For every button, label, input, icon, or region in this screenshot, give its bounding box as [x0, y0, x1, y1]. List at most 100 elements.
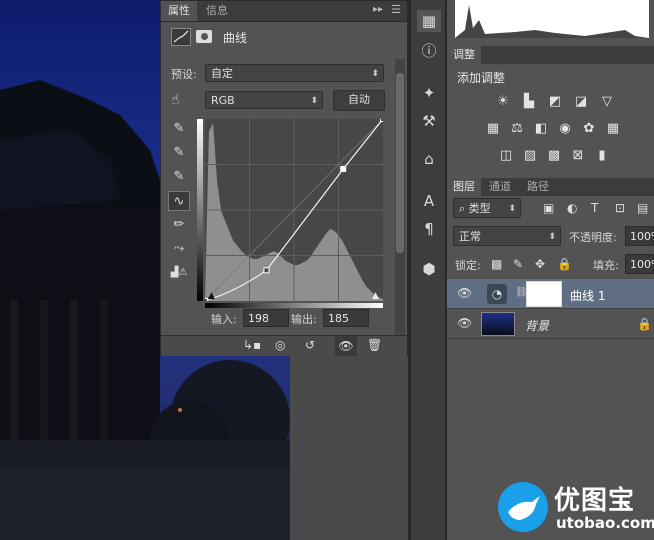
posterize-icon[interactable]: ▨	[521, 149, 539, 163]
lock-label: 锁定:	[455, 259, 481, 272]
layer-row-background[interactable]: 👁 背景 🔒	[447, 309, 654, 339]
clip-to-layer-icon[interactable]: ↳▪	[243, 338, 261, 352]
blend-mode-value: 正常	[459, 230, 481, 243]
info-panel-icon[interactable]: ⓘ	[417, 40, 441, 62]
auto-button[interactable]: 自动	[333, 90, 385, 111]
collapse-icon[interactable]: ▸▸	[373, 4, 383, 15]
color-balance-icon[interactable]: ⚖	[508, 122, 526, 136]
color-lookup-icon[interactable]: ▦	[604, 122, 622, 136]
filter-adjustment-icon[interactable]: ◐	[567, 201, 577, 215]
scrollbar-thumb[interactable]	[396, 73, 404, 253]
tab-paths[interactable]: 路径	[521, 178, 555, 196]
opacity-label: 不透明度:	[569, 231, 617, 244]
lock-image-icon[interactable]: ✎	[513, 257, 523, 271]
photo-filter-icon[interactable]: ◉	[556, 122, 574, 136]
tab-channels[interactable]: 通道	[483, 178, 517, 196]
levels-icon[interactable]: ▙	[520, 95, 538, 109]
bird-logo-icon	[498, 482, 548, 532]
white-point-slider-icon[interactable]: ▲	[372, 291, 379, 301]
histogram-panel-icon[interactable]: ▦	[417, 10, 441, 32]
brightness-contrast-icon[interactable]: ☀	[494, 95, 512, 109]
curve-edit-points-icon[interactable]: ∿	[168, 191, 190, 211]
view-previous-icon[interactable]: ◎	[275, 338, 285, 352]
hand-target-icon[interactable]: ☝	[171, 92, 180, 108]
filter-pixel-icon[interactable]: ▣	[543, 201, 554, 215]
lock-transparency-icon[interactable]: ▩	[491, 257, 502, 271]
adjustments-tabbar: 调整	[447, 46, 654, 64]
threshold-icon[interactable]: ▩	[545, 149, 563, 163]
preset-label: 预设:	[171, 68, 197, 81]
exposure-icon[interactable]: ◪	[572, 95, 590, 109]
add-adjustment-title: 添加调整	[457, 71, 506, 85]
preset-dropdown[interactable]: 自定 ⬍	[205, 64, 384, 82]
curves-icon[interactable]: ◩	[546, 95, 564, 109]
invert-icon[interactable]: ◫	[497, 149, 515, 163]
paragraph-panel-icon[interactable]: ¶	[417, 218, 441, 240]
watermark-url: utobao.com	[556, 514, 654, 532]
layer-filter-dropdown[interactable]: ⌕ 类型 ⬍	[453, 198, 521, 218]
channel-value: RGB	[211, 94, 235, 107]
right-dock: 调整 添加调整 ☀ ▙ ◩ ◪ ▽ ▦ ⚖ ◧ ◉ ✿ ▦ ◫ ▨ ▩ ⊠ ▮ …	[447, 0, 654, 540]
dropdown-arrow-icon: ⬍	[548, 232, 556, 242]
watermark-title: 优图宝	[554, 486, 636, 516]
preset-value: 自定	[211, 67, 233, 80]
eyedropper-white-icon[interactable]: ✎	[168, 167, 190, 187]
input-field[interactable]: 198	[243, 309, 289, 327]
black-white-icon[interactable]: ◧	[532, 122, 550, 136]
layer-thumbnail	[481, 312, 515, 336]
eyedropper-gray-icon[interactable]: ✎	[168, 143, 190, 163]
black-point-slider-icon[interactable]: ▲	[208, 291, 215, 301]
3d-panel-icon[interactable]: ⬢	[417, 258, 441, 280]
tool-presets-icon[interactable]: ⚒	[417, 110, 441, 132]
layer-name[interactable]: 背景	[525, 317, 549, 334]
tab-layers[interactable]: 图层	[447, 178, 481, 196]
clipping-warning-icon[interactable]: ▟⚠	[168, 263, 190, 283]
lock-all-icon[interactable]: 🔒	[557, 257, 572, 271]
gradient-map-icon[interactable]: ▮	[593, 149, 611, 163]
layer-visibility-icon[interactable]: 👁	[457, 316, 472, 330]
layer-name[interactable]: 曲线 1	[570, 287, 605, 304]
scrollbar-track[interactable]	[395, 59, 405, 339]
delete-icon[interactable]: 🗑	[367, 338, 382, 352]
dropdown-arrow-icon: ⬍	[371, 69, 379, 79]
layer-row-curves[interactable]: 👁 ◔ ⛓ 曲线 1	[447, 279, 654, 309]
layers-tabbar: 图层 通道 路径	[447, 178, 654, 196]
brush-presets-icon[interactable]: ✦	[417, 82, 441, 104]
tab-adjustments[interactable]: 调整	[447, 46, 481, 64]
curves-graph[interactable]	[205, 119, 383, 301]
layer-lock-icon[interactable]: 🔒	[637, 317, 652, 331]
hue-saturation-icon[interactable]: ▦	[484, 122, 502, 136]
opacity-field[interactable]: 100%	[625, 226, 654, 246]
panel-menu-icon[interactable]: ☰	[391, 3, 401, 16]
tab-info[interactable]: 信息	[199, 1, 235, 21]
smooth-curve-icon[interactable]: ⤳	[168, 239, 190, 259]
tab-properties[interactable]: 属性	[161, 1, 197, 21]
search-icon: ⌕	[459, 202, 469, 215]
reset-icon[interactable]: ↺	[305, 338, 315, 352]
filter-type-icon[interactable]: T	[591, 201, 598, 215]
curves-adjustment-icon	[171, 28, 191, 46]
channel-dropdown[interactable]: RGB ⬍	[205, 91, 323, 109]
vibrance-icon[interactable]: ▽	[598, 95, 616, 109]
layer-mask-thumbnail[interactable]	[526, 281, 562, 307]
selective-color-icon[interactable]: ⊠	[569, 149, 587, 163]
properties-tabbar: 属性 信息 ▸▸ ☰	[161, 1, 407, 22]
channel-mixer-icon[interactable]: ✿	[580, 122, 598, 136]
properties-panel: 属性 信息 ▸▸ ☰ 曲线 预设: 自定 ⬍ ☝ RGB ⬍ 自动 ✎ ✎ ✎ …	[160, 0, 408, 356]
fill-field[interactable]: 100%	[625, 254, 654, 274]
output-field[interactable]: 185	[323, 309, 369, 327]
curve-control-point[interactable]	[263, 267, 270, 274]
clone-source-icon[interactable]: ⌂	[417, 148, 441, 170]
pencil-draw-icon[interactable]: ✏	[168, 215, 190, 235]
layer-visibility-icon[interactable]: 👁	[457, 286, 472, 300]
blend-mode-dropdown[interactable]: 正常 ⬍	[453, 226, 561, 246]
mask-icon[interactable]	[196, 30, 212, 43]
character-panel-icon[interactable]: A	[417, 190, 441, 212]
lock-position-icon[interactable]: ✥	[535, 257, 545, 271]
curve-control-point[interactable]	[340, 165, 347, 172]
filter-shape-icon[interactable]: ⊡	[615, 201, 625, 215]
eyedropper-black-icon[interactable]: ✎	[168, 119, 190, 139]
curve-control-point[interactable]	[380, 119, 384, 122]
visibility-toggle-icon[interactable]: 👁	[335, 336, 357, 356]
filter-smart-object-icon[interactable]: ▤	[637, 201, 648, 215]
